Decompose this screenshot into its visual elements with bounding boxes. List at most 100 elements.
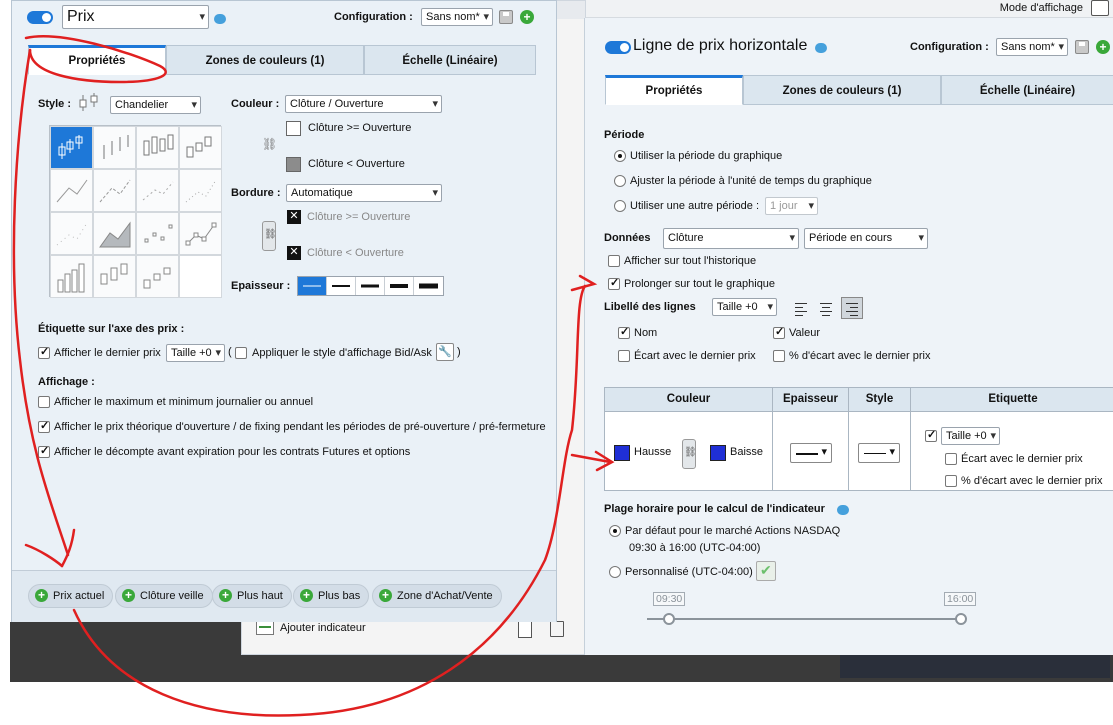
add-config-icon[interactable]: +	[1096, 40, 1110, 54]
end-time-handle[interactable]	[955, 613, 967, 625]
style-candle-volume[interactable]	[93, 255, 136, 298]
last-price-size-select[interactable]: Taille +0	[166, 344, 225, 362]
toggle-visibility-switch[interactable]	[27, 11, 53, 24]
style-point-figure[interactable]	[136, 255, 179, 298]
border-up-swatch[interactable]: ✕	[287, 210, 301, 224]
style-area[interactable]	[93, 212, 136, 255]
style-hollow-candles[interactable]	[136, 126, 179, 169]
align-right-icon[interactable]	[841, 297, 863, 319]
paren-open: (	[228, 346, 232, 358]
style-step-line[interactable]	[136, 169, 179, 212]
style-ohlc-bars[interactable]	[93, 126, 136, 169]
line-style-select[interactable]	[858, 443, 900, 463]
thickness-4[interactable]	[385, 277, 414, 295]
add-config-icon[interactable]: +	[520, 10, 534, 24]
save-icon[interactable]	[1075, 40, 1089, 54]
couleur-select[interactable]: Clôture / Ouverture	[285, 95, 442, 113]
start-time-handle[interactable]	[663, 613, 675, 625]
thickness-3[interactable]	[356, 277, 385, 295]
wrench-icon[interactable]: 🔧	[436, 343, 454, 361]
other-period-select[interactable]: 1 jour	[765, 197, 818, 215]
align-left-icon[interactable]	[790, 297, 812, 319]
link-colors-icon[interactable]: ⛓	[262, 137, 277, 151]
tab-properties[interactable]: Propriétés	[605, 75, 743, 105]
config-label: Configuration :	[334, 11, 413, 23]
etiquette-size-select[interactable]: Taille +0	[941, 427, 1000, 445]
tab-scale[interactable]: Échelle (Linéaire)	[941, 75, 1113, 105]
history-checkbox[interactable]	[608, 255, 620, 267]
style-dots[interactable]	[50, 212, 93, 255]
style-candlestick[interactable]	[50, 126, 93, 169]
bordure-select[interactable]: Automatique	[286, 184, 442, 202]
option-checkbox-2[interactable]	[38, 419, 50, 433]
option-checkbox-3[interactable]	[38, 444, 50, 458]
style-dotted-line[interactable]	[179, 169, 222, 212]
custom-radio[interactable]	[609, 566, 621, 578]
trash-icon[interactable]	[550, 621, 564, 637]
default-market-radio[interactable]	[609, 525, 621, 537]
thickness-5[interactable]	[414, 277, 443, 295]
tab-scale[interactable]: Échelle (Linéaire)	[364, 45, 536, 75]
valeur-checkbox[interactable]	[773, 325, 785, 339]
style-line-markers[interactable]	[93, 169, 136, 212]
periode-radio-2[interactable]	[614, 175, 626, 187]
document-icon[interactable]	[518, 621, 532, 638]
btn-plus-haut[interactable]: Plus haut	[212, 584, 292, 608]
libelle-size-select[interactable]: Taille +0	[712, 298, 777, 316]
btn-prix-actuel[interactable]: Prix actuel	[28, 584, 114, 608]
ecart-checkbox[interactable]	[618, 350, 630, 362]
etiquette-ecart-checkbox[interactable]	[945, 453, 957, 465]
extend-checkbox[interactable]	[608, 276, 620, 290]
donnees-period-select[interactable]: Période en cours	[804, 228, 928, 249]
chat-icon[interactable]	[815, 43, 827, 53]
tab-bar: Propriétés Zones de couleurs (1) Échelle…	[28, 45, 536, 75]
save-icon[interactable]	[499, 10, 513, 24]
etiquette-checkbox[interactable]	[925, 428, 937, 442]
chat-icon[interactable]	[214, 14, 226, 24]
hausse-color-swatch[interactable]	[614, 445, 630, 461]
btn-zone-achat-vente[interactable]: Zone d'Achat/Vente	[372, 584, 502, 608]
toggle-visibility-switch[interactable]	[605, 41, 631, 54]
display-mode-icon[interactable]	[1091, 0, 1109, 16]
horizontal-line-dialog: Ligne de prix horizontale Configuration …	[584, 18, 1113, 655]
style-label: Style :	[38, 98, 72, 110]
style-scatter[interactable]	[136, 212, 179, 255]
align-center-icon[interactable]	[815, 297, 837, 319]
config-select[interactable]: Sans nom*	[996, 38, 1068, 56]
btn-cloture-veille[interactable]: Clôture veille	[115, 584, 213, 608]
confirm-check-icon[interactable]	[756, 561, 776, 581]
color-up-swatch[interactable]	[286, 121, 301, 136]
style-line[interactable]	[50, 169, 93, 212]
add-indicator-button[interactable]: Ajouter indicateur	[256, 621, 366, 635]
option-label-1: Afficher le maximum et minimum journalie…	[54, 396, 314, 408]
line-thickness-select[interactable]	[790, 443, 832, 463]
thickness-1[interactable]	[298, 277, 327, 295]
time-range-slider[interactable]: 09:30 16:00	[647, 592, 977, 625]
apply-bidask-checkbox[interactable]	[235, 347, 247, 359]
thickness-2[interactable]	[327, 277, 356, 295]
border-down-swatch[interactable]: ✕	[287, 246, 301, 260]
tab-properties[interactable]: Propriétés	[28, 45, 166, 75]
periode-radio-3[interactable]	[614, 200, 626, 212]
btn-plus-bas[interactable]: Plus bas	[293, 584, 370, 608]
show-last-price-checkbox[interactable]	[38, 345, 50, 359]
color-down-swatch[interactable]	[286, 157, 301, 172]
style-histogram[interactable]	[50, 255, 93, 298]
indicator-select[interactable]: Prix	[62, 5, 209, 29]
style-line-points[interactable]	[179, 212, 222, 255]
style-heikin-ashi[interactable]	[179, 126, 222, 169]
etiquette-pct-checkbox[interactable]	[945, 475, 957, 487]
pct-ecart-checkbox[interactable]	[773, 350, 785, 362]
tab-color-zones[interactable]: Zones de couleurs (1)	[166, 45, 364, 75]
chat-icon[interactable]	[837, 505, 849, 515]
tab-color-zones[interactable]: Zones de couleurs (1)	[743, 75, 941, 105]
link-colors-icon[interactable]	[682, 439, 697, 469]
style-select[interactable]: Chandelier	[110, 96, 201, 114]
option-checkbox-1[interactable]	[38, 396, 50, 408]
config-select[interactable]: Sans nom*	[421, 8, 493, 26]
baisse-color-swatch[interactable]	[710, 445, 726, 461]
nom-checkbox[interactable]	[618, 325, 630, 339]
periode-radio-1[interactable]	[614, 150, 626, 162]
donnees-select[interactable]: Clôture	[663, 228, 799, 249]
link-borders-icon[interactable]	[262, 221, 277, 251]
